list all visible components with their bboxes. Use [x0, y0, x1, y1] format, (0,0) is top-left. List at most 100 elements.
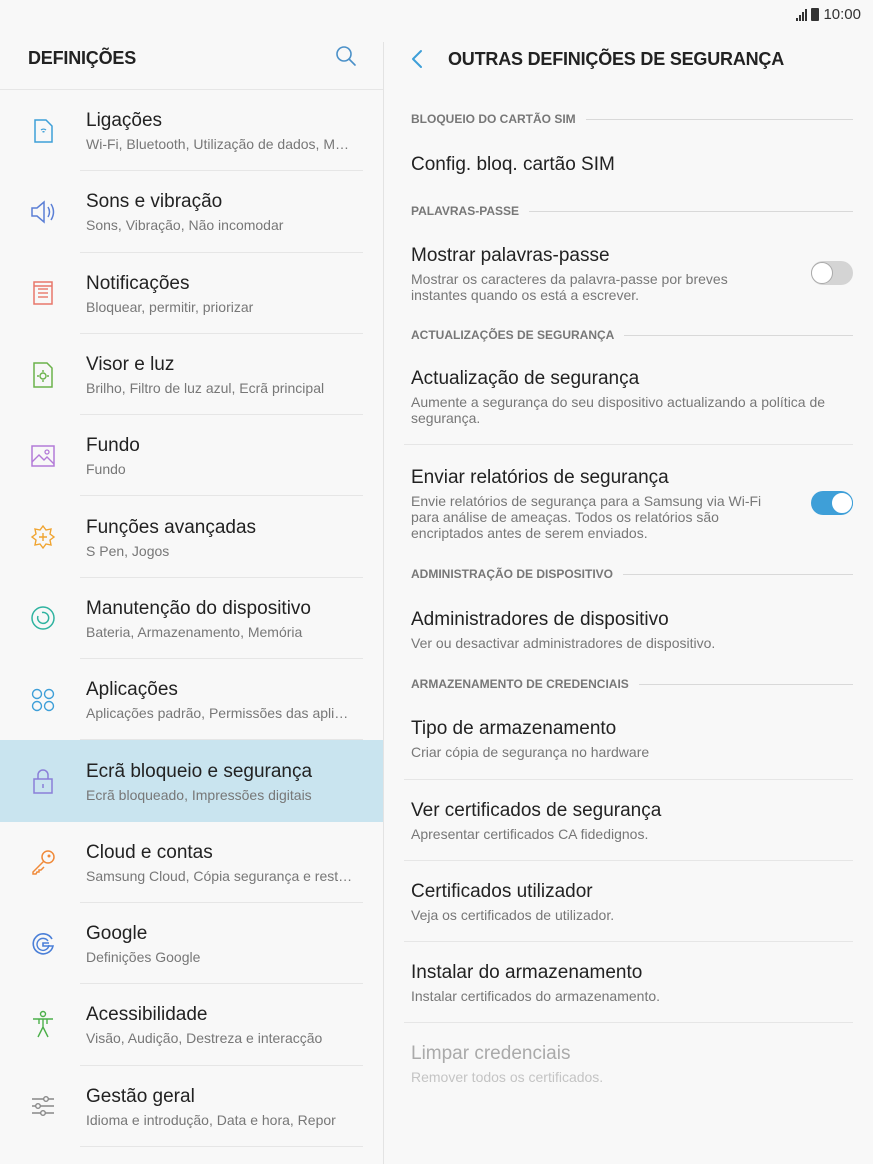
accessibility-icon	[28, 1010, 58, 1040]
sidebar-item-label: Aplicações	[86, 679, 178, 701]
show-passwords-toggle[interactable]	[811, 261, 853, 285]
notifications-icon	[28, 278, 58, 308]
section-header-sim: BLOQUEIO DO CARTÃO SIM	[384, 106, 853, 132]
sim-lock-setting[interactable]: Config. bloq. cartão SIM	[384, 132, 873, 198]
settings-header: DEFINIÇÕES	[0, 28, 383, 90]
detail-header: OUTRAS DEFINIÇÕES DE SEGURANÇA	[384, 28, 873, 90]
key-icon	[28, 847, 58, 877]
sidebar-item-sublabel: Visão, Audição, Destreza e interacção	[86, 1030, 323, 1047]
sidebar-item-wallpaper[interactable]: Fundo Fundo	[0, 415, 383, 497]
back-button[interactable]	[410, 47, 430, 71]
user-certificates-setting[interactable]: Certificados utilizador Veja os certific…	[384, 861, 873, 942]
show-passwords-setting[interactable]: Mostrar palavras-passe Mostrar os caract…	[384, 224, 873, 322]
sidebar-item-label: Ecrã bloqueio e segurança	[86, 760, 313, 782]
sidebar-item-sublabel: Bloquear, permitir, priorizar	[86, 298, 254, 315]
section-header-admin: ADMINISTRAÇÃO DE DISPOSITIVO	[384, 561, 853, 587]
sidebar-item-label: Notificações	[86, 272, 190, 294]
sidebar-item-device-maintenance[interactable]: Manutenção do dispositivo Bateria, Armaze…	[0, 578, 383, 660]
sidebar-item-sublabel: Wi-Fi, Bluetooth, Utilização de dados, M…	[86, 136, 349, 153]
security-update-setting[interactable]: Actualização de segurança Aumente a segu…	[384, 348, 873, 445]
chevron-left-icon	[412, 50, 422, 68]
sidebar-item-general-management[interactable]: Gestão geral Idioma e introdução, Data e …	[0, 1066, 383, 1147]
row-subtitle: Mostrar os caracteres da palavra-passe p…	[411, 270, 728, 303]
sidebar-item-label: Gestão geral	[86, 1085, 195, 1107]
row-title: Actualização de segurança	[411, 368, 640, 389]
sidebar-item-label: Sons e vibração	[86, 191, 223, 213]
section-header-passwords: PALAVRAS-PASSE	[384, 198, 853, 224]
connections-icon	[28, 116, 58, 146]
row-subtitle: Envie relatórios de segurança para a Sam…	[411, 492, 762, 541]
settings-list-pane: DEFINIÇÕES Ligações Wi-Fi, Bluetooth, Uti…	[0, 28, 383, 1164]
device-admins-setting[interactable]: Administradores de dispositivo Ver ou de…	[384, 587, 873, 671]
sidebar-item-sounds[interactable]: Sons e vibração Sons, Vibração, Não incom…	[0, 171, 383, 253]
sidebar-item-accessibility[interactable]: Acessibilidade Visão, Audição, Destreza e…	[0, 984, 383, 1066]
view-certificates-setting[interactable]: Ver certificados de segurança Apresentar…	[384, 780, 873, 861]
row-title: Config. bloq. cartão SIM	[411, 154, 615, 175]
display-icon	[28, 360, 58, 390]
sidebar-item-google[interactable]: Google Definições Google	[0, 903, 383, 985]
row-subtitle: Criar cópia de segurança no hardware	[411, 744, 650, 760]
section-label: ADMINISTRAÇÃO DE DISPOSITIVO	[411, 567, 614, 581]
wallpaper-icon	[28, 441, 58, 471]
lock-icon	[28, 766, 58, 796]
storage-type-setting[interactable]: Tipo de armazenamento Criar cópia de seg…	[384, 697, 873, 780]
section-label: BLOQUEIO DO CARTÃO SIM	[411, 112, 576, 126]
battery-icon	[811, 8, 820, 21]
sidebar-item-sublabel: Definições Google	[86, 949, 201, 966]
device-maintenance-icon	[28, 603, 58, 633]
sidebar-item-lock-screen-security[interactable]: Ecrã bloqueio e segurança Ecrã bloqueado,…	[0, 740, 383, 822]
row-subtitle: Instalar certificados do armazenamento.	[411, 988, 661, 1004]
sidebar-item-sublabel: Aplicações padrão, Permissões das apli…	[86, 705, 349, 722]
settings-menu: Ligações Wi-Fi, Bluetooth, Utilização de …	[0, 90, 383, 1147]
detail-title: OUTRAS DEFINIÇÕES DE SEGURANÇA	[448, 48, 785, 69]
sidebar-item-advanced-features[interactable]: Funções avançadas S Pen, Jogos	[0, 496, 383, 578]
row-title: Enviar relatórios de segurança	[411, 466, 669, 488]
section-label: ACTUALIZAÇÕES DE SEGURANÇA	[411, 328, 615, 342]
sidebar-item-apps[interactable]: Aplicações Aplicações padrão, Permissões …	[0, 659, 383, 741]
sidebar-item-sublabel: Fundo	[86, 461, 126, 478]
section-header-updates: ACTUALIZAÇÕES DE SEGURANÇA	[384, 322, 853, 348]
row-subtitle: Apresentar certificados CA fidedignos.	[411, 826, 649, 842]
sidebar-item-display[interactable]: Visor e luz Brilho, Filtro de luz azul, E…	[0, 334, 383, 416]
row-title: Administradores de dispositivo	[411, 608, 669, 630]
sidebar-item-sublabel: Ecrã bloqueado, Impressões digitais	[86, 786, 312, 803]
sidebar-item-notifications[interactable]: Notificações Bloquear, permitir, prioriza…	[0, 253, 383, 334]
sidebar-item-label: Google	[86, 923, 148, 945]
sidebar-item-label: Cloud e contas	[86, 841, 213, 863]
sidebar-item-label: Manutenção do dispositivo	[86, 597, 311, 619]
row-title: Limpar credenciais	[411, 1043, 571, 1064]
sidebar-item-sublabel: Idioma e introdução, Data e hora, Repor	[86, 1111, 336, 1128]
sidebar-item-sublabel: S Pen, Jogos	[86, 542, 170, 559]
sidebar-item-connections[interactable]: Ligações Wi-Fi, Bluetooth, Utilização de …	[0, 90, 383, 172]
detail-pane: OUTRAS DEFINIÇÕES DE SEGURANÇA BLOQUEIO …	[384, 28, 873, 1164]
search-icon[interactable]	[335, 45, 357, 72]
sidebar-item-sublabel: Sons, Vibração, Não incomodar	[86, 217, 284, 234]
sidebar-item-label: Acessibilidade	[86, 1004, 208, 1026]
general-management-icon	[28, 1091, 58, 1121]
row-subtitle: Veja os certificados de utilizador.	[411, 907, 615, 923]
signal-icon	[796, 8, 808, 21]
sidebar-item-label: Ligações	[86, 110, 163, 132]
google-icon	[28, 929, 58, 959]
row-subtitle: Remover todos os certificados.	[411, 1069, 604, 1085]
section-label: PALAVRAS-PASSE	[411, 204, 520, 218]
row-subtitle: Ver ou desactivar administradores de dis…	[411, 634, 716, 651]
status-indicators: 10:00	[796, 6, 861, 23]
security-reports-toggle[interactable]	[811, 491, 853, 515]
row-title: Ver certificados de segurança	[411, 800, 662, 821]
page-title: DEFINIÇÕES	[28, 48, 137, 68]
row-title: Mostrar palavras-passe	[411, 244, 610, 266]
status-bar: 10:00	[0, 0, 873, 28]
install-from-storage-setting[interactable]: Instalar do armazenamento Instalar certi…	[384, 942, 873, 1023]
apps-icon	[28, 685, 58, 715]
sidebar-item-cloud-accounts[interactable]: Cloud e contas Samsung Cloud, Cópia segur…	[0, 822, 383, 903]
section-label: ARMAZENAMENTO DE CREDENCIAIS	[411, 677, 629, 691]
sidebar-item-sublabel: Bateria, Armazenamento, Memória	[86, 623, 303, 640]
sidebar-item-sublabel: Samsung Cloud, Cópia segurança e rest…	[86, 867, 353, 884]
row-title: Certificados utilizador	[411, 881, 593, 902]
sidebar-item-label: Funções avançadas	[86, 516, 257, 538]
sidebar-item-sublabel: Brilho, Filtro de luz azul, Ecrã princip…	[86, 380, 325, 397]
security-reports-setting[interactable]: Enviar relatórios de segurança Envie rel…	[384, 445, 873, 561]
sound-icon	[28, 197, 58, 227]
row-title: Instalar do armazenamento	[411, 962, 643, 983]
